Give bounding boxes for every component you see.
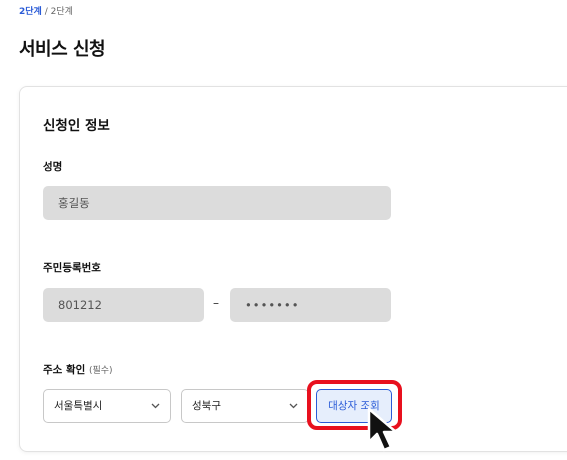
resident-number-separator: – <box>213 296 219 310</box>
required-hint: (필수) <box>88 366 113 376</box>
resident-number-front-field[interactable]: 801212 <box>43 288 204 322</box>
district-select-value: 성북구 <box>192 400 221 412</box>
breadcrumb-total: 2단계 <box>50 7 73 17</box>
section-title: 신청인 정보 <box>43 118 110 134</box>
address-label-text: 주소 확인 <box>43 364 86 376</box>
breadcrumb-current: 2단계 <box>19 7 42 17</box>
name-field[interactable]: 홍길동 <box>43 186 391 220</box>
name-label: 성명 <box>43 161 63 173</box>
breadcrumb: 2단계 / 2단계 <box>19 6 73 18</box>
chevron-down-icon <box>289 390 298 436</box>
breadcrumb-separator: / <box>44 7 48 17</box>
page-title: 서비스 신청 <box>19 39 106 60</box>
mouse-pointer-icon <box>367 407 398 452</box>
resident-number-back-field[interactable]: ••••••• <box>230 288 391 322</box>
city-select-value: 서울특별시 <box>54 400 103 412</box>
city-select[interactable]: 서울특별시 <box>43 389 171 423</box>
address-label: 주소 확인 (필수) <box>43 362 113 377</box>
district-select[interactable]: 성북구 <box>181 389 309 423</box>
chevron-down-icon <box>151 390 160 436</box>
resident-number-label: 주민등록번호 <box>43 262 101 274</box>
